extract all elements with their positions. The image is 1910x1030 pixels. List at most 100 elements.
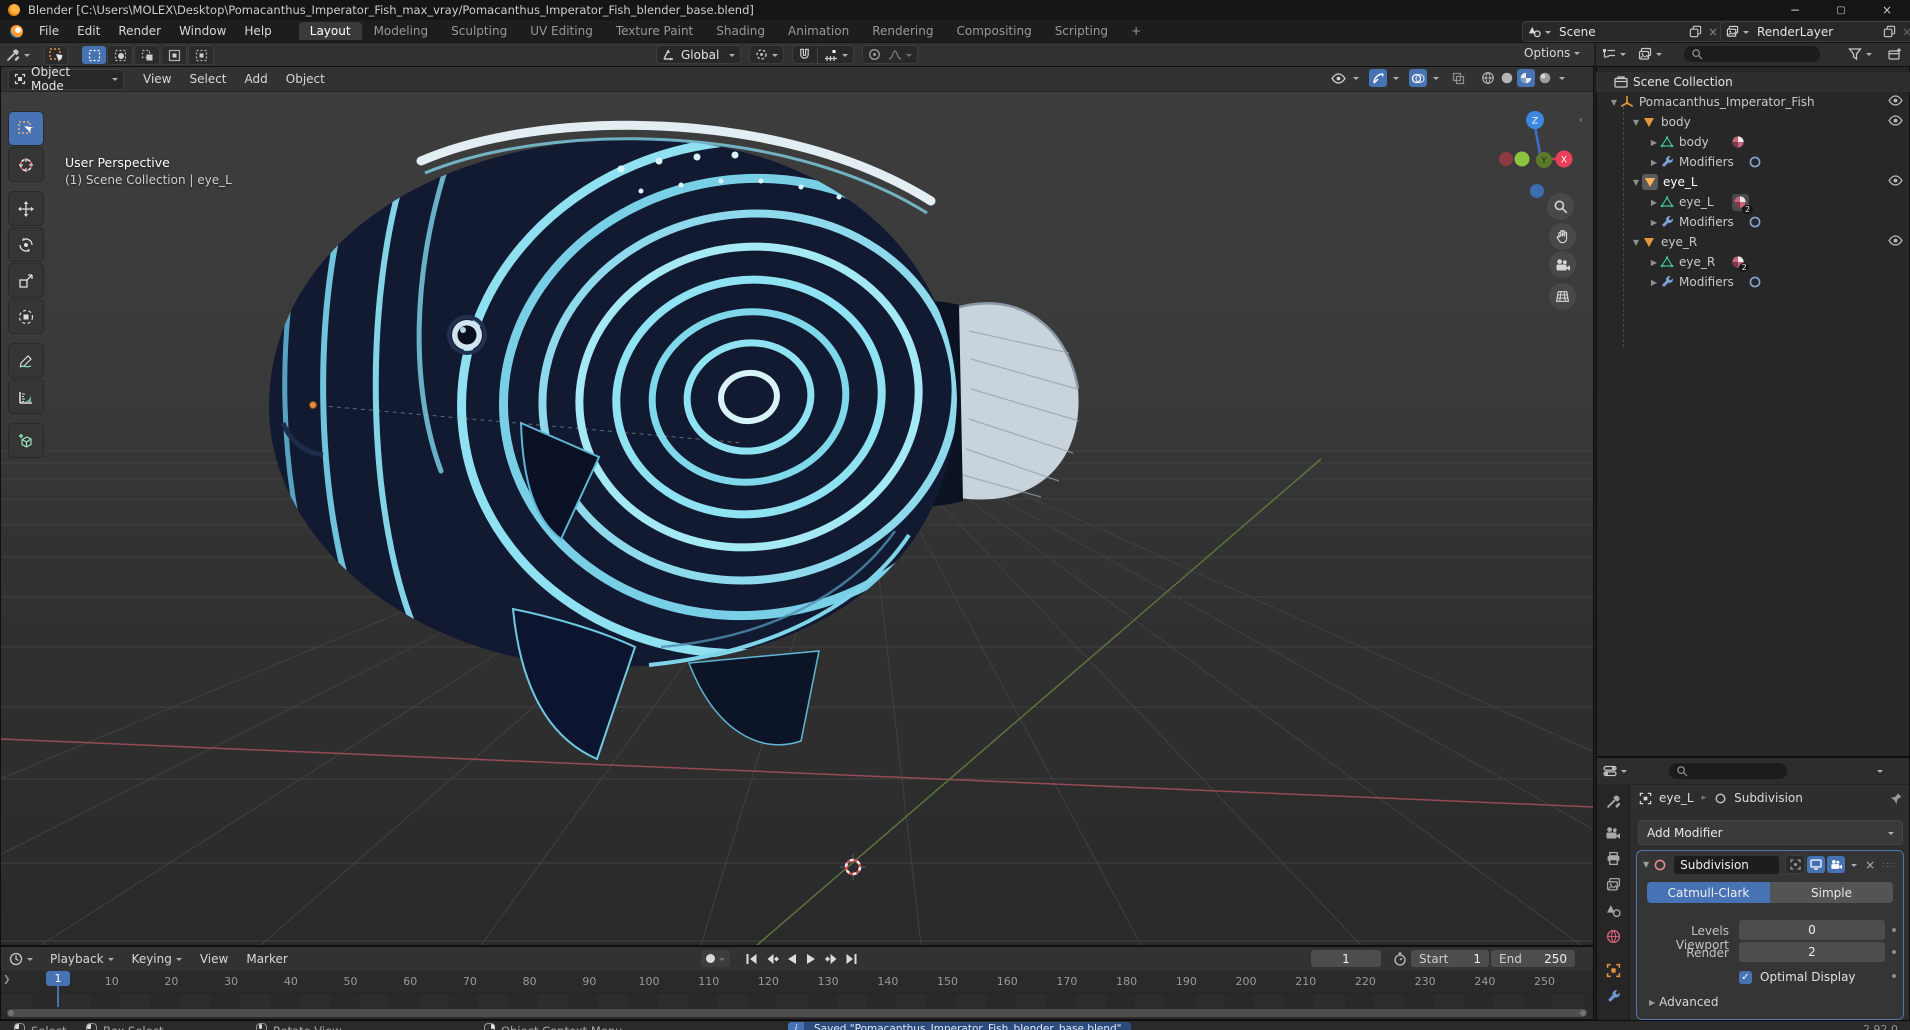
outliner-row-body-object[interactable]: ▼ body — [1596, 112, 1910, 132]
outliner-row-eye-r-modifiers[interactable]: ▶ Modifiers — [1596, 272, 1910, 292]
tool-select-box[interactable] — [8, 111, 44, 146]
tab-render-icon[interactable] — [1605, 826, 1621, 840]
levels-viewport-field[interactable]: 0 — [1739, 920, 1885, 940]
material-slot[interactable] — [1731, 135, 1745, 149]
jump-to-end-button[interactable] — [842, 951, 861, 967]
xray-toggle[interactable] — [1449, 69, 1467, 87]
tool-rotate[interactable] — [8, 227, 44, 262]
modifier-extras-dropdown[interactable] — [1851, 863, 1858, 870]
unlink-scene-icon[interactable]: × — [1708, 25, 1718, 39]
outliner-filter-button[interactable] — [1848, 47, 1872, 61]
subsurf-modifier-icon[interactable] — [1748, 215, 1762, 229]
scene-selector[interactable]: Scene × — [1522, 21, 1724, 42]
timeline-menu-keying[interactable]: Keying — [123, 952, 191, 966]
outliner-row-eye-r-object[interactable]: ▼ eye_R — [1596, 232, 1910, 252]
viewport-menu-add[interactable]: Add — [236, 72, 277, 86]
tab-scene-icon[interactable] — [1606, 903, 1621, 918]
expand-icon[interactable]: ▶ — [1648, 158, 1660, 167]
tab-view-layer-icon[interactable] — [1606, 877, 1621, 892]
render-levels-field[interactable]: 2 — [1739, 942, 1885, 962]
outliner-search-input[interactable] — [1684, 46, 1820, 62]
hide-toggle-eye-icon[interactable] — [1888, 95, 1903, 106]
viewport-menu-select[interactable]: Select — [180, 72, 235, 86]
workspace-tab-texture-paint[interactable]: Texture Paint — [605, 22, 704, 40]
menu-file[interactable]: File — [30, 24, 68, 38]
workspace-tab-uv-editing[interactable]: UV Editing — [519, 22, 604, 40]
animate-dot[interactable] — [1892, 974, 1896, 978]
workspace-tab-animation[interactable]: Animation — [777, 22, 860, 40]
outliner-row-eye-l-modifiers[interactable]: ▶ Modifiers — [1596, 212, 1910, 232]
panel-collapse-icon[interactable]: ▼ — [1643, 860, 1649, 869]
collapse-icon[interactable]: ▼ — [1630, 238, 1642, 247]
sidebar-collapse-arrow[interactable]: ‹ — [1579, 115, 1583, 126]
properties-search-input[interactable] — [1669, 763, 1787, 779]
expand-icon[interactable]: ▶ — [1648, 218, 1660, 227]
breadcrumb-modifier[interactable]: Subdivision — [1734, 791, 1803, 805]
gizmos-toggle[interactable] — [1369, 69, 1387, 87]
animate-dot[interactable] — [1892, 928, 1896, 932]
material-slot[interactable]: 2 — [1731, 255, 1750, 272]
current-frame-badge[interactable]: 1 — [46, 971, 70, 986]
subsurf-modifier-icon[interactable] — [1748, 155, 1762, 169]
workspace-tab-scripting[interactable]: Scripting — [1044, 22, 1119, 40]
play-reverse-button[interactable] — [782, 951, 801, 967]
subsurf-modifier-icon[interactable] — [1748, 275, 1762, 289]
collapse-icon[interactable]: ▼ — [1630, 118, 1642, 127]
stopwatch-icon[interactable] — [1393, 952, 1407, 966]
new-collection-button[interactable] — [1888, 47, 1902, 61]
hide-toggle-eye-icon[interactable] — [1888, 235, 1903, 246]
new-scene-icon[interactable] — [1689, 25, 1702, 38]
jump-to-start-button[interactable] — [742, 951, 761, 967]
simple-button[interactable]: Simple — [1770, 882, 1893, 903]
select-mode-extend[interactable] — [107, 45, 133, 65]
timeline-menu-playback[interactable]: Playback — [41, 952, 123, 966]
pan-button[interactable] — [1549, 223, 1576, 250]
scrollbar-right-handle[interactable] — [1580, 1010, 1586, 1016]
tab-modifiers-icon[interactable] — [1606, 989, 1621, 1004]
previous-keyframe-button[interactable] — [762, 951, 781, 967]
close-button[interactable]: × — [1864, 0, 1910, 20]
tab-tool-icon[interactable] — [1606, 794, 1621, 809]
pin-icon[interactable] — [1890, 792, 1903, 805]
add-workspace-button[interactable]: + — [1120, 22, 1152, 40]
outliner-row-fish-empty[interactable]: ▼ Pomacanthus_Imperator_Fish — [1596, 92, 1910, 112]
expand-icon[interactable]: ▶ — [1648, 198, 1660, 207]
expand-icon[interactable]: ▶ — [1648, 258, 1660, 267]
outliner-row-scene-collection[interactable]: Scene Collection — [1596, 72, 1910, 92]
editor-type-button[interactable] — [6, 46, 30, 64]
tool-measure[interactable] — [8, 379, 44, 414]
select-mode-set[interactable] — [82, 46, 106, 64]
overlays-toggle[interactable] — [1409, 69, 1427, 87]
select-mode-invert[interactable] — [161, 45, 187, 65]
shading-solid-button[interactable] — [1498, 69, 1516, 87]
hide-toggle-eye-icon[interactable] — [1888, 175, 1903, 186]
outliner-display-mode-button[interactable] — [1638, 47, 1662, 61]
object-origin-dot[interactable] — [309, 401, 317, 409]
tool-move[interactable] — [8, 191, 44, 226]
tool-annotate[interactable] — [8, 343, 44, 378]
shading-rendered-button[interactable] — [1536, 69, 1554, 87]
pivot-point-dropdown[interactable] — [749, 45, 785, 64]
hide-toggle-eye-icon[interactable] — [1888, 115, 1903, 126]
menu-help[interactable]: Help — [235, 24, 280, 38]
tool-transform[interactable] — [8, 299, 44, 334]
active-tool-button[interactable] — [44, 45, 68, 65]
timeline-ruler[interactable]: ❯ 10 20 30 40 50 60 70 80 90 100 110 120 130 140 150 16… — [1, 971, 1593, 993]
tab-world-icon[interactable] — [1606, 929, 1621, 944]
menu-render[interactable]: Render — [109, 24, 170, 38]
auto-keying-toggle[interactable] — [701, 950, 730, 967]
modifier-editmode-toggle[interactable] — [1785, 855, 1806, 874]
current-frame-field[interactable]: 1 — [1311, 950, 1381, 967]
transform-orientation-dropdown[interactable]: Global — [656, 45, 742, 64]
menu-window[interactable]: Window — [170, 24, 235, 38]
add-modifier-button[interactable]: Add Modifier — [1638, 820, 1903, 845]
outliner-row-eye-r-data[interactable]: ▶ eye_R 2 — [1596, 252, 1910, 272]
tool-scale[interactable] — [8, 263, 44, 298]
expand-icon[interactable]: ▶ — [1648, 138, 1660, 147]
options-dropdown[interactable]: Options — [1524, 46, 1581, 60]
outliner-row-body-data[interactable]: ▶ body — [1596, 132, 1910, 152]
start-frame-field[interactable]: Start 1 — [1411, 950, 1489, 967]
viewport-menu-view[interactable]: View — [134, 72, 180, 86]
outliner-row-eye-l-object[interactable]: ▼ eye_L — [1596, 172, 1910, 192]
timeline-menu-marker[interactable]: Marker — [237, 952, 296, 966]
